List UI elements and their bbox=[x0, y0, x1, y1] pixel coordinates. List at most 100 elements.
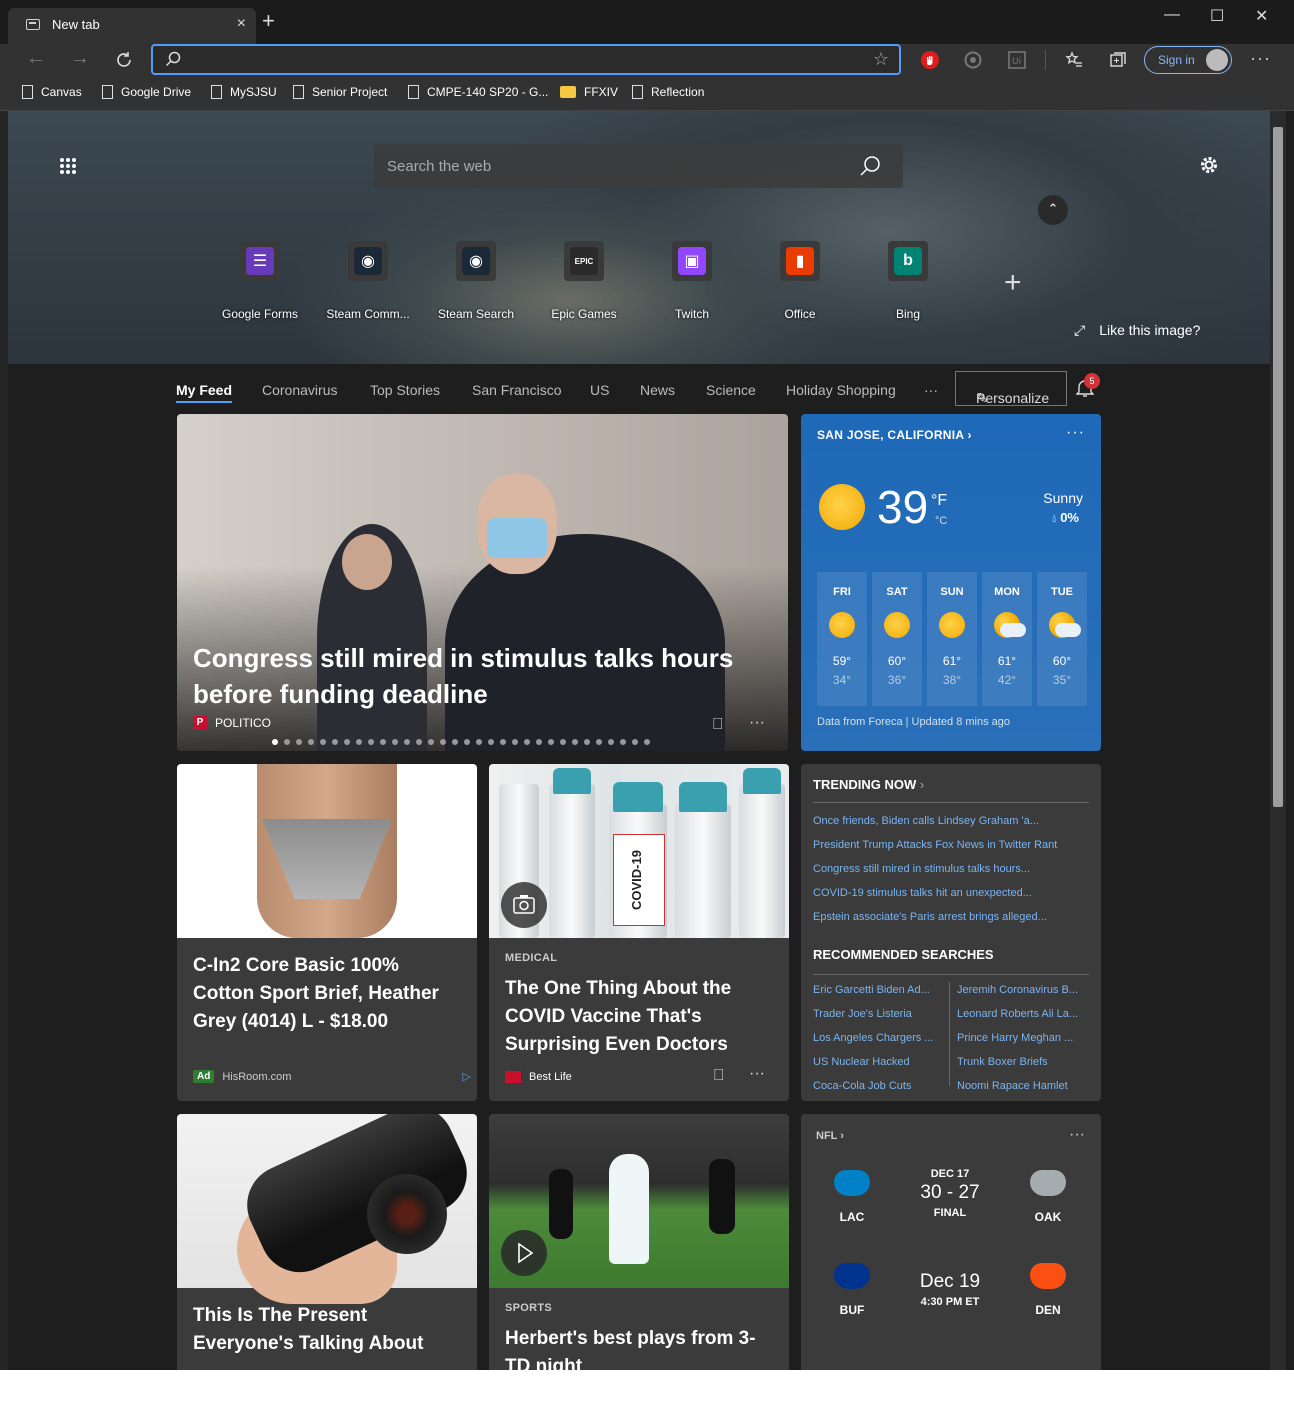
top-story-headline[interactable]: Congress still mired in stimulus talks h… bbox=[193, 640, 763, 712]
feed-tab[interactable]: Science bbox=[706, 382, 756, 398]
carousel-dot[interactable] bbox=[452, 739, 458, 745]
quick-link-tile[interactable]: ◉ Steam Search bbox=[428, 241, 524, 321]
carousel-dot[interactable] bbox=[332, 739, 338, 745]
feed-tab[interactable]: Coronavirus bbox=[262, 382, 337, 398]
feed-tab[interactable]: San Francisco bbox=[472, 382, 561, 398]
carousel-dot[interactable] bbox=[500, 739, 506, 745]
feed-tab[interactable]: US bbox=[590, 382, 609, 398]
scrollbar-thumb[interactable] bbox=[1273, 127, 1283, 807]
trending-link[interactable]: President Trump Attacks Fox News in Twit… bbox=[813, 839, 1057, 851]
recommended-search-link[interactable]: Coca-Cola Job Cuts bbox=[813, 1080, 911, 1092]
quick-link-tile[interactable]: ☰ Google Forms bbox=[212, 241, 308, 321]
carousel-dot[interactable] bbox=[284, 739, 290, 745]
carousel-dot[interactable] bbox=[644, 739, 650, 745]
forward-icon[interactable]: → bbox=[70, 47, 90, 70]
carousel-dot[interactable] bbox=[368, 739, 374, 745]
bookmark-item[interactable]: Senior Project bbox=[293, 85, 387, 99]
back-icon[interactable]: ← bbox=[26, 47, 46, 70]
carousel-dot[interactable] bbox=[416, 739, 422, 745]
carousel-dot[interactable] bbox=[584, 739, 590, 745]
like-image-button[interactable]: ⤢ Like this image? bbox=[1074, 322, 1200, 339]
play-icon[interactable] bbox=[501, 1230, 547, 1276]
quick-link-tile[interactable]: EPIC Epic Games bbox=[536, 241, 632, 321]
ad-title[interactable]: C-In2 Core Basic 100% Cotton Sport Brief… bbox=[193, 952, 461, 1036]
team-den[interactable]: DEN bbox=[1018, 1263, 1078, 1317]
forecast-day[interactable]: MON 61° 42° bbox=[982, 572, 1032, 706]
recommended-search-link[interactable]: Los Angeles Chargers ... bbox=[813, 1032, 933, 1044]
quick-link-tile[interactable]: ▮ Office bbox=[752, 241, 848, 321]
bookmark-item[interactable]: Reflection bbox=[632, 85, 704, 99]
address-bar[interactable]: ☆ bbox=[151, 44, 901, 75]
carousel-dot[interactable] bbox=[320, 739, 326, 745]
carousel-dot[interactable] bbox=[488, 739, 494, 745]
settings-more-icon[interactable]: ··· bbox=[1250, 48, 1271, 69]
forecast-day[interactable]: SAT 60° 36° bbox=[872, 572, 922, 706]
more-options-icon[interactable]: ··· bbox=[749, 1065, 765, 1083]
carousel-dot[interactable] bbox=[404, 739, 410, 745]
carousel-dot[interactable] bbox=[440, 739, 446, 745]
weather-location[interactable]: SAN JOSE, CALIFORNIA › bbox=[817, 428, 972, 442]
team-buf[interactable]: BUF bbox=[822, 1263, 882, 1317]
add-quick-link-icon[interactable]: + bbox=[1004, 266, 1022, 300]
game-score[interactable]: Dec 19 4:30 PM ET bbox=[895, 1261, 1005, 1308]
unit-fahrenheit[interactable]: °F bbox=[931, 492, 947, 510]
sign-in-button[interactable]: Sign in bbox=[1144, 46, 1232, 74]
web-search-box[interactable]: Search the web bbox=[374, 144, 903, 188]
favorites-icon[interactable] bbox=[1064, 50, 1084, 70]
app-launcher-icon[interactable] bbox=[60, 158, 76, 174]
collapse-chevron-up-icon[interactable]: ⌃ bbox=[1038, 195, 1068, 225]
carousel-dot[interactable] bbox=[632, 739, 638, 745]
carousel-dot[interactable] bbox=[464, 739, 470, 745]
quick-link-tile[interactable]: b Bing bbox=[860, 241, 956, 321]
minimize-icon[interactable]: — bbox=[1164, 6, 1180, 24]
feed-tab[interactable]: Holiday Shopping bbox=[786, 382, 896, 398]
refresh-icon[interactable] bbox=[114, 50, 134, 70]
recommended-search-link[interactable]: Trader Joe's Listeria bbox=[813, 1008, 912, 1020]
carousel-dot[interactable] bbox=[428, 739, 434, 745]
extension-icon[interactable] bbox=[963, 50, 983, 70]
carousel-dot[interactable] bbox=[536, 739, 542, 745]
vaccine-story-title[interactable]: The One Thing About the COVID Vaccine Th… bbox=[505, 975, 773, 1059]
carousel-dot[interactable] bbox=[548, 739, 554, 745]
close-window-icon[interactable]: ✕ bbox=[1255, 6, 1268, 26]
feed-tab[interactable]: My Feed bbox=[176, 382, 233, 403]
trending-link[interactable]: COVID-19 stimulus talks hit an unexpecte… bbox=[813, 887, 1032, 899]
bookmark-item[interactable]: Google Drive bbox=[102, 85, 191, 99]
carousel-dot[interactable] bbox=[344, 739, 350, 745]
carousel-dot[interactable] bbox=[392, 739, 398, 745]
carousel-dot[interactable] bbox=[560, 739, 566, 745]
trending-link[interactable]: Congress still mired in stimulus talks h… bbox=[813, 863, 1030, 875]
carousel-dot[interactable] bbox=[572, 739, 578, 745]
team-lac[interactable]: LAC bbox=[822, 1170, 882, 1224]
bookmark-item[interactable]: MySJSU bbox=[211, 85, 277, 99]
page-settings-gear-icon[interactable] bbox=[1198, 154, 1220, 176]
bookmark-item[interactable]: CMPE-140 SP20 - G... bbox=[408, 85, 548, 99]
game-score[interactable]: DEC 17 30 - 27 FINAL bbox=[895, 1168, 1005, 1219]
unit-celsius[interactable]: °C bbox=[935, 515, 947, 527]
close-tab-icon[interactable]: × bbox=[237, 15, 246, 33]
personalize-button[interactable]: ✎ Personalize bbox=[955, 371, 1067, 406]
recommended-search-link[interactable]: US Nuclear Hacked bbox=[813, 1056, 910, 1068]
nfl-more-icon[interactable]: ··· bbox=[1069, 1126, 1085, 1144]
ui-extension-icon[interactable]: Ui bbox=[1007, 50, 1027, 70]
recommended-search-link[interactable]: Jeremih Coronavirus B... bbox=[957, 984, 1078, 996]
forecast-day[interactable]: TUE 60° 35° bbox=[1037, 572, 1087, 706]
forecast-day[interactable]: SUN 61° 38° bbox=[927, 572, 977, 706]
feed-more-icon[interactable]: ··· bbox=[924, 382, 938, 398]
recommended-search-link[interactable]: Noomi Rapace Hamlet bbox=[957, 1080, 1068, 1092]
carousel-dot[interactable] bbox=[296, 739, 302, 745]
trending-link[interactable]: Once friends, Biden calls Lindsey Graham… bbox=[813, 815, 1039, 827]
nfl-title[interactable]: NFL › bbox=[816, 1130, 844, 1142]
carousel-dot[interactable] bbox=[524, 739, 530, 745]
carousel-dot[interactable] bbox=[272, 739, 278, 745]
carousel-dot[interactable] bbox=[596, 739, 602, 745]
recommended-search-link[interactable]: Leonard Roberts Ali La... bbox=[957, 1008, 1078, 1020]
bookmark-item[interactable]: FFXIV bbox=[560, 85, 618, 99]
tab-new-tab[interactable]: New tab × bbox=[8, 8, 256, 44]
weather-more-icon[interactable]: ··· bbox=[1066, 424, 1085, 442]
carousel-dot[interactable] bbox=[356, 739, 362, 745]
quick-link-tile[interactable]: ◉ Steam Comm... bbox=[320, 241, 416, 321]
adchoices-icon[interactable]: ▷ bbox=[463, 1070, 471, 1083]
recommended-search-link[interactable]: Prince Harry Meghan ... bbox=[957, 1032, 1073, 1044]
forecast-day[interactable]: FRI 59° 34° bbox=[817, 572, 867, 706]
